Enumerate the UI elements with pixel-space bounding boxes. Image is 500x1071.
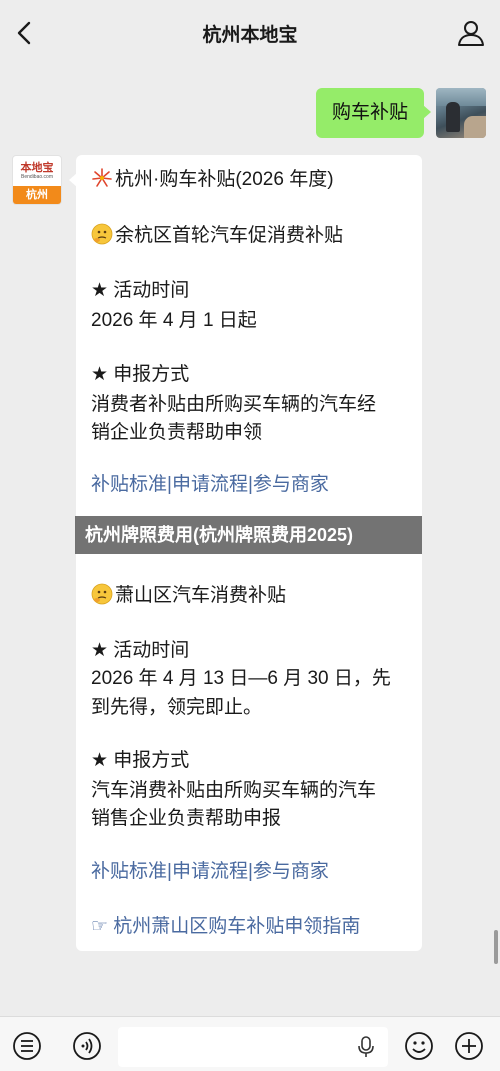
section2-links: 补贴标准|申请流程|参与商家	[91, 860, 329, 884]
scrollbar[interactable]	[494, 930, 498, 964]
section2-apply-line1: 汽车消费补贴由所购买车辆的汽车	[91, 780, 377, 801]
section2-name: 萧山区汽车消费补贴	[115, 585, 287, 606]
firework-icon	[92, 168, 112, 187]
thinking-face-icon	[91, 223, 113, 245]
section2-apply-line2: 销售企业负责帮助申报	[91, 808, 282, 829]
message-title-line: 杭州·购车补贴(2026 年度)	[91, 167, 334, 192]
top-bar: 杭州本地宝	[0, 0, 500, 66]
section1-apply-label: ★ 申报方式	[91, 364, 190, 385]
section1-name: 余杭区首轮汽车促消费补贴	[115, 225, 344, 246]
menu-list-icon[interactable]	[12, 1031, 42, 1061]
message-title: 杭州·购车补贴(2026 年度)	[115, 169, 334, 190]
thinking-face-icon	[91, 583, 113, 605]
section2-activity-label: ★ 活动时间	[91, 640, 190, 661]
chat-title: 杭州本地宝	[202, 25, 298, 46]
logo-city: 杭州	[13, 186, 61, 204]
section1-apply-line1: 消费者补贴由所购买车辆的汽车经	[91, 394, 377, 415]
logo-subtext: Bendibao.com	[21, 174, 53, 180]
section1-activity-label: ★ 活动时间	[91, 280, 190, 301]
section1-link-process[interactable]: 申请流程	[172, 474, 248, 495]
voice-input-icon[interactable]	[72, 1031, 102, 1061]
microphone-icon[interactable]	[354, 1035, 378, 1059]
section2-apply-label: ★ 申报方式	[91, 750, 190, 771]
self-avatar[interactable]	[436, 88, 486, 138]
message-input[interactable]	[118, 1027, 388, 1067]
outgoing-message-row: 购车补贴	[315, 88, 486, 138]
section2-link-merchants[interactable]: 参与商家	[253, 861, 329, 882]
section1-apply-line2: 销企业负责帮助申领	[91, 422, 263, 443]
section1-activity-value: 2026 年 4 月 1 日起	[91, 310, 257, 331]
section2-link-process[interactable]: 申请流程	[172, 861, 248, 882]
logo-text: 本地宝	[20, 161, 54, 174]
section1-link-merchants[interactable]: 参与商家	[253, 474, 329, 495]
section1-links: 补贴标准|申请流程|参与商家	[91, 473, 329, 497]
overlay-banner: 杭州牌照费用(杭州牌照费用2025)	[75, 516, 422, 554]
section2-activity-line2: 到先得，领完即止。	[91, 697, 263, 718]
bot-avatar[interactable]: 本地宝 Bendibao.com 杭州	[12, 155, 62, 205]
section1-heading: 余杭区首轮汽车促消费补贴	[91, 223, 343, 248]
section1-link-standard[interactable]: 补贴标准	[91, 474, 167, 495]
emoji-icon[interactable]	[404, 1031, 434, 1061]
outgoing-message-bubble[interactable]: 购车补贴	[315, 88, 432, 138]
section2-link-standard[interactable]: 补贴标准	[91, 861, 167, 882]
section2-heading: 萧山区汽车消费补贴	[91, 583, 286, 608]
profile-icon[interactable]	[456, 18, 486, 48]
section2-activity-line1: 2026 年 4 月 13 日—6 月 30 日，先	[91, 668, 391, 689]
plus-icon[interactable]	[454, 1031, 484, 1061]
section2-guide-link[interactable]: ☞ 杭州萧山区购车补贴申领指南	[91, 915, 360, 939]
bottom-input-bar	[0, 1016, 500, 1071]
